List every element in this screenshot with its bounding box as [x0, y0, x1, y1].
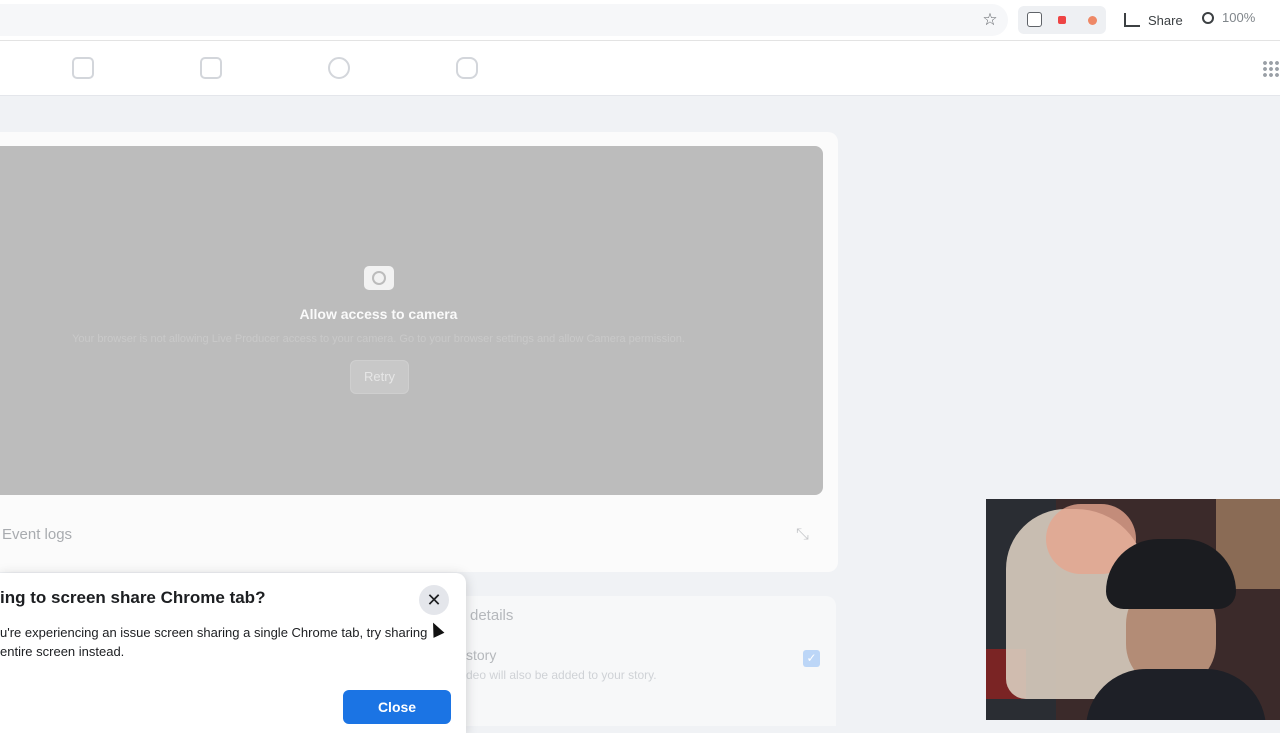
bookmark-star-icon[interactable]: ☆: [980, 10, 1000, 30]
camera-message: Your browser is not allowing Live Produc…: [72, 333, 685, 345]
story-description: deo will also be added to your story.: [466, 668, 657, 682]
extension-icon[interactable]: [1027, 12, 1042, 27]
share-label: Share: [1148, 12, 1183, 28]
dialog-body-line1: u're experiencing an issue screen sharin…: [0, 625, 428, 640]
webcam-overlay: [986, 499, 1280, 720]
zoom-level: 100%: [1222, 10, 1256, 25]
video-nav-icon[interactable]: [200, 57, 222, 79]
camera-icon: [364, 266, 394, 290]
close-icon[interactable]: ✕: [419, 585, 449, 615]
menu-grid-icon[interactable]: [1262, 60, 1280, 78]
dialog-title: ing to screen share Chrome tab?: [0, 588, 266, 607]
story-checkbox[interactable]: ✓: [803, 650, 820, 667]
dialog-body-line2: entire screen instead.: [0, 644, 125, 659]
share-icon: [1124, 13, 1140, 27]
share-button[interactable]: Share: [1124, 10, 1183, 30]
gaming-nav-icon[interactable]: [456, 57, 478, 79]
camera-title: Allow access to camera: [299, 306, 458, 322]
zoom-out-icon[interactable]: [1202, 11, 1214, 24]
retry-button[interactable]: Retry: [350, 360, 409, 394]
address-bar[interactable]: [0, 4, 1008, 36]
extensions-group: [1018, 6, 1106, 34]
extension-icon[interactable]: [1088, 16, 1097, 25]
story-label: story: [466, 647, 497, 663]
top-navigation: [0, 41, 1280, 96]
groups-nav-icon[interactable]: [328, 57, 350, 79]
pages-nav-icon[interactable]: [72, 57, 94, 79]
extension-icon[interactable]: [1058, 16, 1066, 24]
event-logs-label[interactable]: Event logs: [2, 526, 72, 543]
details-heading: details: [470, 607, 514, 624]
browser-toolbar: ☆ Share 100%: [0, 0, 1280, 41]
close-button[interactable]: Close: [343, 690, 451, 724]
zoom-control[interactable]: 100%: [1202, 10, 1255, 25]
collapse-icon[interactable]: ⤡: [796, 527, 812, 543]
